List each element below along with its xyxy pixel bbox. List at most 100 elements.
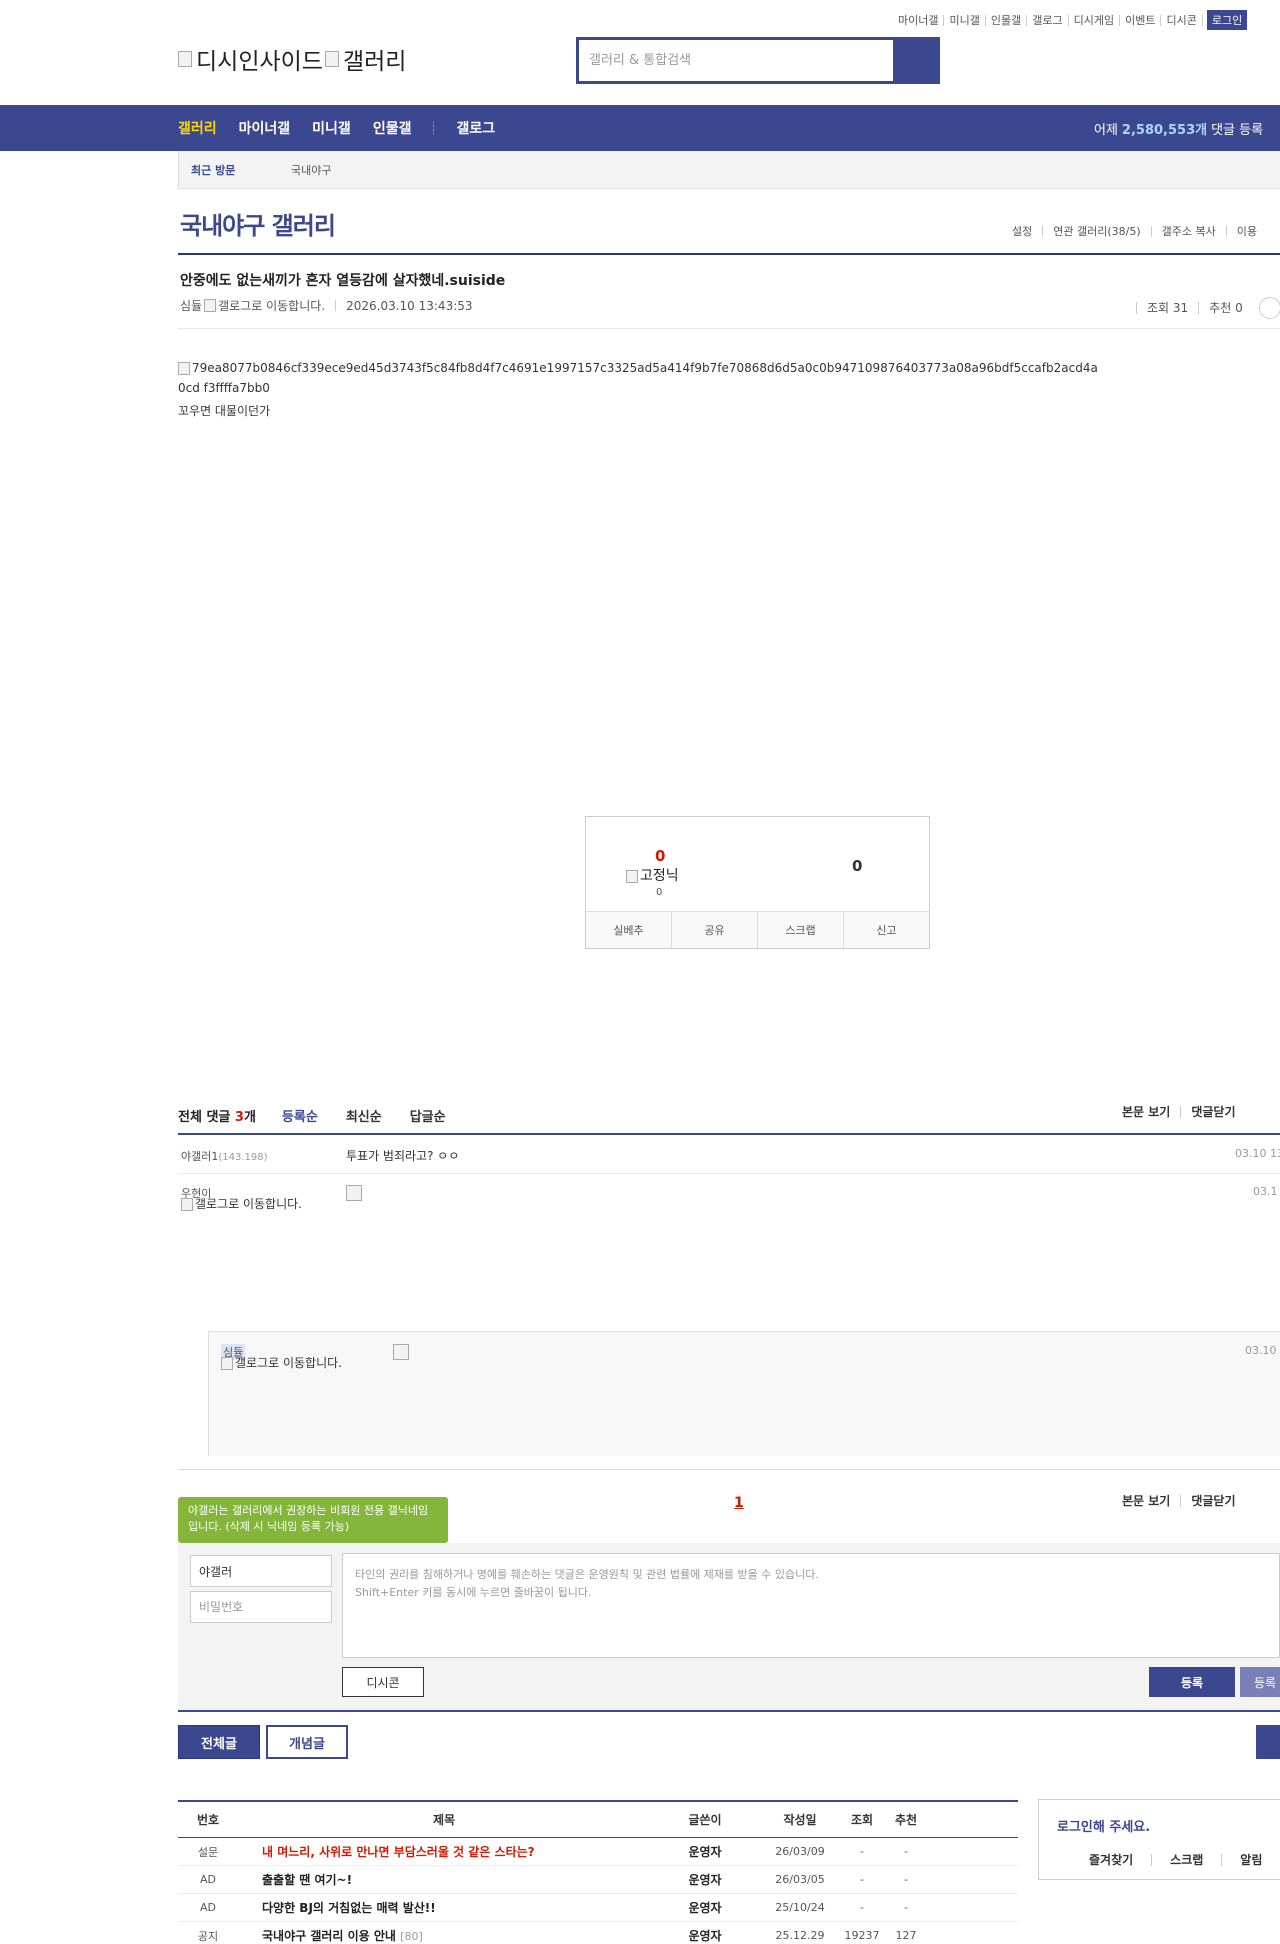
scrap-button[interactable]: 스크랩 xyxy=(757,912,843,948)
view-body-link[interactable]: 본문 보기 xyxy=(1122,1106,1180,1118)
post-title: 안중에도 없는새끼가 혼자 열등감에 살자했네.suiside xyxy=(180,273,506,289)
nav-gallery[interactable]: 갤러리 xyxy=(178,118,217,138)
table-row[interactable]: AD 다양한 BJ의 거침없는 매력 발산!! 운영자 25/10/24 - - xyxy=(178,1894,1018,1922)
post-link[interactable]: 다양한 BJ의 거침없는 매력 발산!! xyxy=(238,1899,650,1916)
nickname-input[interactable] xyxy=(190,1555,332,1587)
sort-replies[interactable]: 답글순 xyxy=(410,1106,446,1125)
post-meta: 심듈 갤로그로 이동합니다. 2026.03.10 13:43:53 xyxy=(180,297,473,314)
top-link-mini[interactable]: 미니갤 xyxy=(944,14,986,26)
post-stats: 조회 31 추천 0 xyxy=(1136,297,1280,319)
sort-latest[interactable]: 최신순 xyxy=(346,1106,382,1125)
top-link-event[interactable]: 이벤트 xyxy=(1120,14,1162,26)
recent-visit-item[interactable]: 국내야구 xyxy=(291,162,331,178)
nickname-tooltip: 야갤러는 갤러리에서 권장하는 비회원 전용 갤닉네임입니다. (삭제 시 닉네… xyxy=(178,1497,448,1550)
more-options-button[interactable] xyxy=(1258,297,1280,319)
all-posts-button[interactable]: 전체글 xyxy=(178,1725,260,1759)
reply-date: 03.10 1 xyxy=(1245,1344,1280,1357)
fixed-nick-count: 0 xyxy=(656,887,663,898)
comments-total: 전체 댓글 3개 xyxy=(178,1110,256,1125)
write-post-button[interactable] xyxy=(1256,1725,1280,1759)
broken-image-icon xyxy=(626,869,638,883)
gallery-tools: 설정 연관 갤러리(38/5) 갤주소 복사 이용 xyxy=(1002,226,1267,237)
table-row[interactable]: 공지 국내야구 갤러리 이용 안내 [80] 운영자 25.12.29 1923… xyxy=(178,1922,1018,1944)
comment-page-1[interactable]: 1 xyxy=(734,1495,744,1511)
broken-image-icon xyxy=(221,1357,233,1370)
comment-author-gallog[interactable]: 갤로그로 이동합니다. xyxy=(181,1197,311,1211)
divider xyxy=(178,1173,1280,1174)
comment-textarea[interactable] xyxy=(342,1553,1280,1658)
post-link[interactable]: 내 며느리, 사위로 만나면 부담스러울 것 같은 스타는? xyxy=(238,1843,650,1860)
submit-recommend-button[interactable]: 등록 xyxy=(1240,1667,1280,1697)
share-button[interactable]: 공유 xyxy=(671,912,757,948)
post-link[interactable]: 국내야구 갤러리 이용 안내 [80] xyxy=(238,1927,650,1944)
divider xyxy=(178,328,1280,329)
post-image: 79ea8077b0846cf339ece9ed45d3743f5c84fb8d… xyxy=(178,361,1098,395)
recent-visits-bar: 최근 방문 국내야구 xyxy=(178,151,1280,189)
top-link-person[interactable]: 인물갤 xyxy=(986,14,1028,26)
dccon-button[interactable]: 디시콘 xyxy=(342,1667,424,1697)
login-prompt[interactable]: 로그인해 주세요. xyxy=(1057,1816,1150,1835)
sort-registered[interactable]: 등록순 xyxy=(282,1106,318,1125)
comment-author: 야갤러1(143.198) xyxy=(181,1150,268,1163)
search-input[interactable] xyxy=(579,40,893,81)
gallery-title[interactable]: 국내야구 갤러리 xyxy=(180,206,336,241)
recommend-box: 0 고정닉 0 0 실베추 공유 스크랩 신고 xyxy=(585,816,930,949)
table-row[interactable]: AD 출출할 땐 여기~! 운영자 26/03/05 - - xyxy=(178,1866,1018,1894)
login-button[interactable]: 로그인 xyxy=(1206,10,1248,30)
reply-author-gallog[interactable]: 갤로그로 이동합니다. xyxy=(221,1356,351,1370)
login-box: 로그인해 주세요. 즐겨찾기 스크랩 알림 xyxy=(1038,1799,1280,1880)
comment-count: [80] xyxy=(400,1930,423,1943)
table-row[interactable]: 설문 내 며느리, 사위로 만나면 부담스러울 것 같은 스타는? 운영자 26… xyxy=(178,1838,1018,1866)
related-gallery-link[interactable]: 연관 갤러리(38/5) xyxy=(1042,226,1150,237)
nav-divider xyxy=(433,121,435,135)
recommend-down-count[interactable]: 0 xyxy=(852,857,862,875)
main-nav: 갤러리 마이너갤 미니갤 인물갤 갤로그 어제 2,580,553개 댓글 등록 xyxy=(0,105,1280,151)
gallery-settings-link[interactable]: 설정 xyxy=(1002,226,1042,237)
favorites-link[interactable]: 즐겨찾기 xyxy=(1089,1854,1151,1866)
reply-comment: 심듈 갤로그로 이동합니다. 03.10 1 xyxy=(208,1331,1280,1456)
view-body-link[interactable]: 본문 보기 xyxy=(1122,1495,1180,1507)
search-button[interactable] xyxy=(893,40,937,81)
comments-header: 전체 댓글 3개 등록순 최신순 답글순 xyxy=(178,1106,474,1125)
top-link-dcgame[interactable]: 디시게임 xyxy=(1069,14,1121,26)
comment-date: 03.1 xyxy=(1253,1185,1278,1198)
post-author-gallog[interactable]: 갤로그로 이동합니다. xyxy=(218,297,325,314)
scrap-link[interactable]: 스크랩 xyxy=(1151,1854,1221,1866)
top-link-gallog[interactable]: 갤로그 xyxy=(1027,14,1069,26)
comment-stat-count: 2,580,553개 xyxy=(1121,122,1208,138)
notification-link[interactable]: 알림 xyxy=(1221,1854,1280,1866)
nav-gallog[interactable]: 갤로그 xyxy=(456,118,495,138)
comment-tools: 본문 보기 댓글닫기 xyxy=(1122,1106,1246,1118)
submit-comment-button[interactable]: 등록 xyxy=(1149,1667,1235,1697)
post-recommend-count: 추천 0 xyxy=(1198,302,1253,314)
comment-write-box: 디시콘 등록 등록 xyxy=(178,1543,1280,1712)
close-comments-link[interactable]: 댓글닫기 xyxy=(1180,1106,1245,1118)
copy-address-link[interactable]: 갤주소 복사 xyxy=(1150,226,1226,237)
comment-tools-bottom: 본문 보기 댓글닫기 xyxy=(1122,1495,1246,1507)
broken-image-icon xyxy=(181,1198,193,1211)
top-link-dccon[interactable]: 디시콘 xyxy=(1161,14,1203,26)
post-link[interactable]: 출출할 땐 여기~! xyxy=(238,1871,650,1888)
dccon-image xyxy=(346,1185,362,1201)
nav-mini[interactable]: 미니갤 xyxy=(312,118,351,138)
post-datetime: 2026.03.10 13:43:53 xyxy=(346,298,473,313)
search-box xyxy=(576,37,940,84)
fixed-nick-recommend: 고정닉 xyxy=(626,865,679,885)
silbe-recommend-button[interactable]: 실베추 xyxy=(586,912,671,948)
post-author[interactable]: 심듈 xyxy=(180,297,202,314)
nav-person[interactable]: 인물갤 xyxy=(373,118,412,138)
recommend-up-count[interactable]: 0 xyxy=(655,847,665,865)
logo-text-dcinside: 디시인사이드 xyxy=(196,49,323,75)
comment-text: 투표가 범죄라고? ㅇㅇ xyxy=(346,1149,460,1163)
report-button[interactable]: 신고 xyxy=(843,912,929,948)
nav-minor[interactable]: 마이너갤 xyxy=(239,118,291,138)
site-logo[interactable]: 디시인사이드 갤러리 xyxy=(178,42,406,76)
post-list-header: 번호 제목 글쓴이 작성일 조회 추천 xyxy=(178,1800,1018,1838)
divider xyxy=(178,1469,1280,1470)
broken-image-icon xyxy=(324,51,339,67)
close-comments-link[interactable]: 댓글닫기 xyxy=(1180,1495,1245,1507)
password-input[interactable] xyxy=(190,1591,332,1623)
concept-posts-button[interactable]: 개념글 xyxy=(266,1725,348,1759)
top-link-minor[interactable]: 마이너갤 xyxy=(893,14,945,26)
usage-link[interactable]: 이용 xyxy=(1225,226,1267,237)
